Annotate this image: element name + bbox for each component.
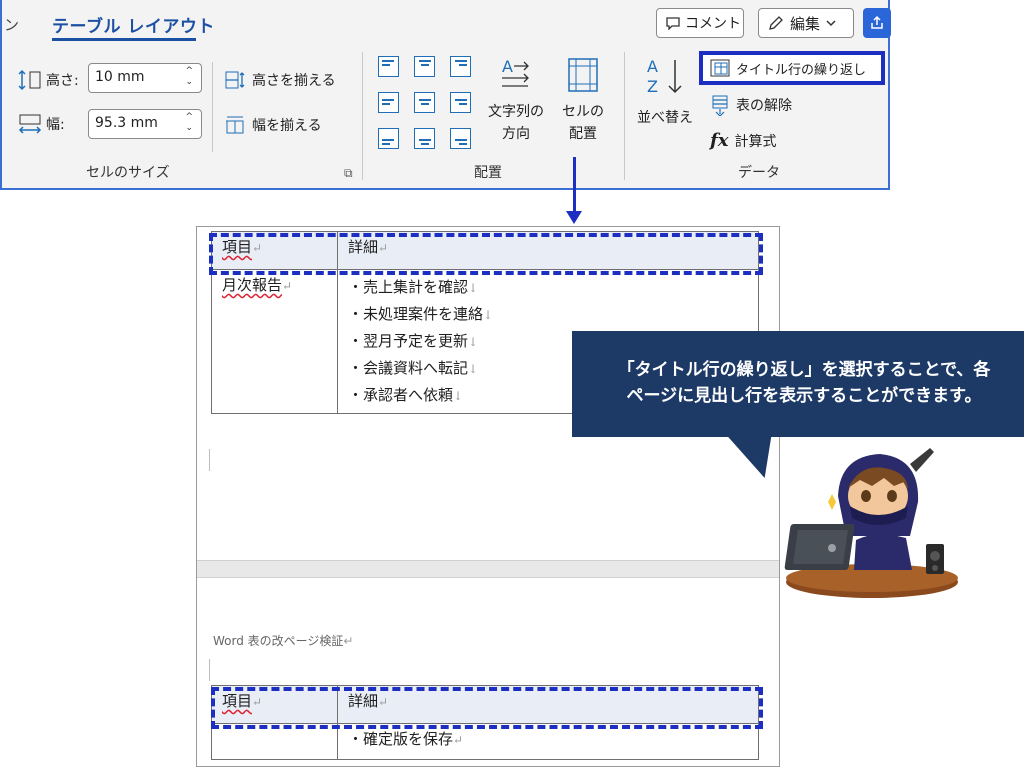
align-top-right-button[interactable]: [450, 56, 471, 77]
formula-button[interactable]: fx 計算式: [710, 130, 776, 151]
share-button[interactable]: [863, 8, 891, 38]
cell-margins-icon: [568, 58, 598, 92]
edit-button-label: 編集: [790, 14, 821, 33]
crop-mark: [209, 449, 210, 471]
align-bottom-left-button[interactable]: [378, 128, 399, 149]
height-label: 高さ:: [18, 68, 79, 92]
align-middle-left-button[interactable]: [378, 92, 399, 113]
connector-arrow-line: [573, 157, 576, 213]
width-stepper[interactable]: ^ ⌄: [185, 112, 193, 134]
align-top-center-button[interactable]: [414, 56, 435, 77]
repeat-header-rows-button[interactable]: タイトル行の繰り返し: [699, 51, 885, 85]
distribute-columns-button[interactable]: 幅を揃える: [224, 115, 322, 135]
document-canvas: 項目↵ 詳細↵ 月次報告↵ ・売上集計を確認↓ ・未処理案件を連絡↓ ・翌月予定…: [196, 226, 780, 767]
column-width-icon: [18, 114, 42, 134]
list-item: ・売上集計を確認↓: [348, 278, 479, 296]
height-field[interactable]: 10 mm ^ ⌄: [88, 63, 202, 93]
text-direction-icon: A: [502, 57, 529, 87]
edit-mode-button[interactable]: 編集: [758, 8, 854, 38]
align-top-left-button[interactable]: [378, 56, 399, 77]
height-stepper[interactable]: ^ ⌄: [185, 66, 193, 88]
svg-text:A: A: [647, 57, 658, 76]
comment-button-label: コメント: [685, 16, 741, 32]
connector-arrow-head: [566, 211, 582, 224]
convert-to-text-icon: [712, 95, 728, 116]
callout-line-2: ページに見出し行を表示することができます。: [626, 386, 982, 406]
repeat-header-icon: [710, 59, 730, 77]
align-bottom-center-button[interactable]: [414, 128, 435, 149]
document-paragraph: Word 表の改ページ検証↵: [213, 634, 354, 648]
tab-previous[interactable]: ン: [4, 14, 19, 35]
distribute-rows-icon: [225, 71, 245, 89]
row-height-icon: [18, 69, 41, 91]
group-label-data: データ: [738, 165, 780, 181]
svg-text:A: A: [502, 57, 513, 76]
sort-az-icon: AZ: [647, 57, 682, 96]
callout-line-1: 「タイトル行の繰り返し」を選択することで、各: [617, 360, 991, 380]
dialog-launcher-icon[interactable]: ⧉: [344, 166, 353, 181]
align-middle-center-button[interactable]: [414, 92, 435, 113]
align-bottom-right-button[interactable]: [450, 128, 471, 149]
width-field[interactable]: 95.3 mm ^ ⌄: [88, 109, 202, 139]
width-label: 幅:: [18, 113, 65, 135]
distribute-rows-button[interactable]: 高さを揃える: [224, 70, 336, 90]
sort-button[interactable]: AZ 並べ替え: [634, 54, 696, 129]
separator: [362, 52, 363, 180]
page-break: [197, 560, 779, 578]
active-tab-indicator: [52, 38, 196, 41]
comment-button[interactable]: コメント: [656, 8, 744, 38]
distribute-columns-icon: [226, 116, 244, 134]
list-item: ・未処理案件を連絡↓: [348, 305, 494, 323]
cell-margins-button[interactable]: セルの 配置: [556, 56, 610, 145]
formula-fx-icon: fx: [710, 130, 729, 151]
table-cell[interactable]: 月次報告↵: [211, 269, 338, 414]
ninja-mascot-illustration: [784, 448, 958, 598]
separator: [624, 52, 625, 180]
text-direction-button[interactable]: A 文字列の 方向: [480, 56, 552, 145]
separator: [212, 62, 213, 152]
ribbon-tab-bar: ン テーブル レイアウト コメント 編集: [2, 0, 891, 42]
svg-text:Z: Z: [647, 77, 658, 96]
explanation-callout: 「タイトル行の繰り返し」を選択することで、各 ページに見出し行を表示することがで…: [572, 331, 1024, 437]
pencil-icon: [769, 16, 783, 30]
chevron-down-icon: [826, 20, 836, 27]
header-row-highlight-page-1: [209, 233, 763, 275]
header-row-highlight-page-2: [211, 687, 763, 729]
share-icon: [871, 15, 883, 29]
convert-to-text-button[interactable]: 表の解除: [710, 94, 792, 116]
tab-table-layout[interactable]: テーブル レイアウト: [52, 12, 215, 37]
comment-icon: [666, 17, 680, 30]
group-label-alignment: 配置: [474, 165, 502, 181]
crop-mark: [209, 659, 210, 681]
group-label-cell-size: セルのサイズ: [86, 165, 170, 181]
cell-alignment-grid: [378, 56, 474, 152]
align-middle-right-button[interactable]: [450, 92, 471, 113]
ribbon: ン テーブル レイアウト コメント 編集 高さ: 10 mm ^ ⌄ 幅: 95.…: [0, 0, 891, 190]
